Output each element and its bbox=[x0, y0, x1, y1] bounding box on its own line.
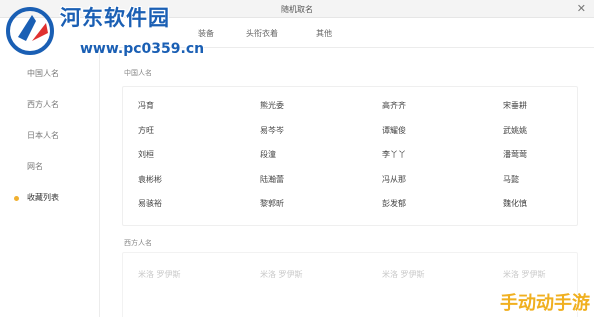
name-item[interactable]: 马懿 bbox=[503, 174, 519, 185]
sidebar-item-western-names[interactable]: 西方人名 bbox=[27, 99, 59, 110]
tab-equipment[interactable]: 装备 bbox=[198, 28, 214, 39]
name-item[interactable]: 米洛 罗伊斯 bbox=[260, 269, 303, 280]
name-item[interactable]: 李丫丫 bbox=[382, 149, 406, 160]
section-label-western: 西方人名 bbox=[124, 239, 152, 247]
main-content: 中国人名 冯育 熊光委 高齐齐 宋垂耕 方旺 易芩岑 谭耀俊 武姚姚 刘桓 段潼… bbox=[108, 48, 594, 317]
name-item[interactable]: 方旺 bbox=[138, 125, 154, 136]
name-item[interactable]: 彭发郁 bbox=[382, 198, 406, 209]
active-indicator-dot bbox=[14, 196, 19, 201]
name-item[interactable]: 黎郭昕 bbox=[260, 198, 284, 209]
close-icon[interactable]: ✕ bbox=[577, 2, 586, 16]
name-item[interactable]: 冯从那 bbox=[382, 174, 406, 185]
name-item[interactable]: 冯育 bbox=[138, 100, 154, 111]
sidebar: 中国人名 西方人名 日本人名 网名 收藏列表 bbox=[0, 48, 100, 317]
name-item[interactable]: 易芩岑 bbox=[260, 125, 284, 136]
tab-other[interactable]: 其他 bbox=[316, 28, 332, 39]
chinese-names-card: 冯育 熊光委 高齐齐 宋垂耕 方旺 易芩岑 谭耀俊 武姚姚 刘桓 段潼 李丫丫 … bbox=[122, 86, 578, 226]
sidebar-item-japanese-names[interactable]: 日本人名 bbox=[27, 130, 59, 141]
tab-title-clothing[interactable]: 头衔衣着 bbox=[246, 28, 278, 39]
sidebar-item-favorites[interactable]: 收藏列表 bbox=[27, 192, 59, 203]
name-item[interactable]: 易骇裕 bbox=[138, 198, 162, 209]
site-logo-watermark bbox=[6, 7, 54, 55]
name-item[interactable]: 袁彬彬 bbox=[138, 174, 162, 185]
name-item[interactable]: 熊光委 bbox=[260, 100, 284, 111]
name-item[interactable]: 陆瀚蕾 bbox=[260, 174, 284, 185]
name-item[interactable]: 宋垂耕 bbox=[503, 100, 527, 111]
name-item[interactable]: 潘莺莺 bbox=[503, 149, 527, 160]
site-title-watermark: 河东软件园 bbox=[60, 6, 170, 30]
name-item[interactable]: 魏化慎 bbox=[503, 198, 527, 209]
name-item[interactable]: 武姚姚 bbox=[503, 125, 527, 136]
name-item[interactable]: 刘桓 bbox=[138, 149, 154, 160]
site-url-watermark: www.pc0359.cn bbox=[80, 41, 205, 57]
name-item[interactable]: 谭耀俊 bbox=[382, 125, 406, 136]
name-item[interactable]: 米洛 罗伊斯 bbox=[503, 269, 546, 280]
sidebar-item-nicknames[interactable]: 网名 bbox=[27, 161, 43, 172]
name-item[interactable]: 高齐齐 bbox=[382, 100, 406, 111]
name-item[interactable]: 米洛 罗伊斯 bbox=[138, 269, 181, 280]
sidebar-item-chinese-names[interactable]: 中国人名 bbox=[27, 68, 59, 79]
name-item[interactable]: 米洛 罗伊斯 bbox=[382, 269, 425, 280]
section-label-chinese: 中国人名 bbox=[124, 69, 152, 77]
bottom-watermark: 手动动手游 bbox=[500, 293, 590, 314]
name-item[interactable]: 段潼 bbox=[260, 149, 276, 160]
